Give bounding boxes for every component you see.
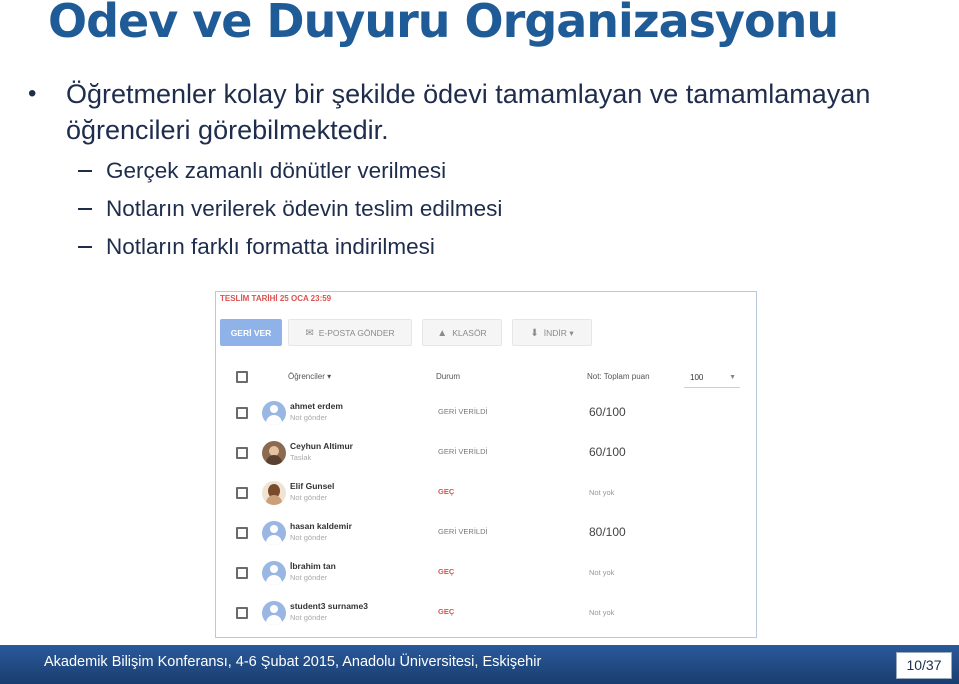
sub-bullet-text: Notların verilerek ödevin teslim edilmes… [106,196,503,221]
row-checkbox[interactable] [236,487,248,499]
table-header: Öğrenciler ▾ Durum Not: Toplam puan 100 … [216,368,756,388]
email-button[interactable]: ✉ E-POSTA GÖNDER [288,319,412,346]
students-column-header[interactable]: Öğrenciler ▾ [288,372,331,381]
envelope-icon: ✉ [305,328,314,339]
drive-icon: ▲ [437,328,448,339]
grade-value[interactable]: Not yok [589,568,614,577]
slide-title: Ödev ve Duyuru Organizasyonu [48,0,839,48]
row-checkbox[interactable] [236,447,248,459]
select-all-checkbox[interactable] [236,371,248,383]
points-column-header: Not: Toplam puan [587,372,650,381]
chevron-down-icon: ▼ [729,374,736,381]
student-subtext: Not gönder [290,413,328,422]
student-subtext: Not gönder [290,493,328,502]
student-name[interactable]: İbrahim tan [290,561,336,571]
table-row[interactable]: Ceyhun Altimur Taslak GERİ VERİLDİ 60/10… [216,433,756,473]
grade-value[interactable]: Not yok [589,608,614,617]
grade-value[interactable]: 80/100 [589,525,626,539]
grade-value[interactable]: 60/100 [589,405,626,419]
row-checkbox[interactable] [236,407,248,419]
bullet-dot: • [28,80,37,107]
chevron-down-icon: ▾ [569,328,574,338]
folder-button[interactable]: ▲ KLASÖR [422,319,502,346]
status-label: GEÇ [438,607,455,616]
grade-value[interactable]: Not yok [589,488,614,497]
table-row[interactable]: ahmet erdem Not gönder GERİ VERİLDİ 60/1… [216,393,756,433]
student-name[interactable]: Ceyhun Altimur [290,441,353,451]
student-name[interactable]: student3 surname3 [290,601,368,611]
page-number: 10/37 [896,652,952,679]
dash-icon [78,170,92,172]
download-icon: ⬇ [530,328,539,339]
avatar [262,601,286,625]
total-points-select[interactable]: 100 ▼ [684,368,740,388]
status-label: GEÇ [438,487,455,496]
slide-footer: Akademik Bilişim Konferansı, 4-6 Şubat 2… [0,645,959,684]
sub-bullet-text: Notların farklı formatta indirilmesi [106,234,435,259]
table-row[interactable]: Elif Gunsel Not gönder GEÇ Not yok [216,473,756,513]
download-button[interactable]: ⬇ İNDİR ▾ [512,319,592,346]
sort-icon: ▾ [327,372,332,381]
avatar [262,401,286,425]
due-date: TESLİM TARİHİ 25 OCA 23:59 [220,294,332,303]
table-row[interactable]: İbrahim tan Not gönder GEÇ Not yok [216,553,756,593]
student-name[interactable]: ahmet erdem [290,401,343,411]
status-label: GEÇ [438,567,455,576]
avatar [262,441,286,465]
classroom-screenshot: TESLİM TARİHİ 25 OCA 23:59 GERİ VER ✉ E-P… [215,291,757,638]
return-button[interactable]: GERİ VER [220,319,282,346]
table-row[interactable]: student3 surname3 Not gönder GEÇ Not yok [216,593,756,633]
folder-label: KLASÖR [452,328,487,338]
avatar [262,481,286,505]
student-subtext: Not gönder [290,533,328,542]
row-checkbox[interactable] [236,567,248,579]
download-label: İNDİR [543,328,567,338]
avatar [262,561,286,585]
email-label: E-POSTA GÖNDER [318,328,395,338]
sub-bullet-text: Gerçek zamanlı dönütler verilmesi [106,158,447,183]
conference-info: Akademik Bilişim Konferansı, 4-6 Şubat 2… [44,654,542,670]
main-bullet-text: Öğretmenler kolay bir şekilde ödevi tama… [66,79,871,145]
dash-icon [78,208,92,210]
student-subtext: Taslak [290,453,312,462]
student-subtext: Not gönder [290,573,328,582]
status-label: GERİ VERİLDİ [438,527,488,536]
student-name[interactable]: hasan kaldemir [290,521,352,531]
row-checkbox[interactable] [236,527,248,539]
dash-icon [78,246,92,248]
student-subtext: Not gönder [290,613,328,622]
status-column-header: Durum [436,372,461,381]
student-name[interactable]: Elif Gunsel [290,481,334,491]
status-label: GERİ VERİLDİ [438,447,488,456]
avatar [262,521,286,545]
status-label: GERİ VERİLDİ [438,407,488,416]
row-checkbox[interactable] [236,607,248,619]
grade-value[interactable]: 60/100 [589,445,626,459]
table-row[interactable]: hasan kaldemir Not gönder GERİ VERİLDİ 8… [216,513,756,553]
